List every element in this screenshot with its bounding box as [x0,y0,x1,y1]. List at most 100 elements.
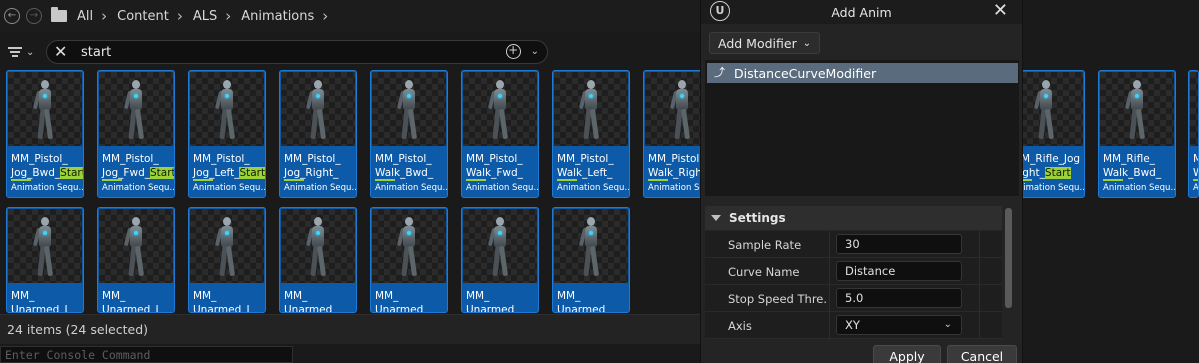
status-bar: 24 items (24 selected) [0,314,700,344]
asset-tile[interactable]: MM_ Unarmed_ [370,207,448,313]
breadcrumb-all[interactable]: All [77,9,93,24]
character-pose-figure [578,80,602,140]
asset-name: MM_Pistol_ Jog_Bwd_Start [11,152,83,180]
search-match-highlight: Start [149,167,175,179]
setting-row-stop-speed: Stop Speed Thre... 5.0 [705,285,1002,312]
search-row: ⌄ ✕ start + ⌄ [0,38,700,66]
settings-section-header[interactable]: Settings [705,206,1002,230]
asset-name: MM_Rifle_ Walk_Bwd_ [1103,152,1175,180]
breadcrumb-separator-icon[interactable]: › [177,7,183,25]
asset-tile[interactable]: MM_Pistol_ Jog_Bwd_Start Animation Sequ..… [6,70,84,198]
modifier-list-item[interactable]: ⤴ DistanceCurveModifier [707,63,1018,83]
asset-tile[interactable]: MM_Pistol_ Walk_Fwd_ Animation Sequ... [461,70,539,198]
asset-tile[interactable]: MM_Pistol_ Jog_Left_Start Animation Sequ.… [188,70,266,198]
asset-name: MM_ Unarmed_ [557,290,611,313]
breadcrumb-content[interactable]: Content [117,9,169,24]
back-arrow-icon[interactable]: ← [4,8,20,24]
asset-thumbnail [8,72,82,146]
asset-thumbnail [99,72,173,146]
character-pose-figure [32,80,56,140]
asset-type: A [1193,183,1199,193]
asset-tile[interactable]: MM_Pistol_ Jog_Fwd_Start Animation Sequ..… [97,70,175,198]
filter-dropdown[interactable]: ⌄ [8,47,44,58]
character-pose-figure [305,217,329,277]
forward-arrow-icon[interactable]: → [26,8,42,24]
breadcrumb-separator-icon[interactable]: › [101,7,107,25]
character-pose-figure [305,80,329,140]
chevron-down-icon: ⌄ [802,37,812,49]
asset-name: MM_Pistol_ Jog_Left_Start [193,152,265,180]
search-input[interactable]: ✕ start + ⌄ [46,40,548,64]
character-pose-figure [396,80,420,140]
asset-type-bar [1193,179,1198,181]
folder-icon[interactable] [51,7,67,22]
search-options: + ⌄ [505,44,539,59]
asset-thumbnail [8,209,82,283]
asset-tile[interactable]: M W A [1188,70,1199,198]
navigation-bar: ← → All › Content › ALS › Animations › [0,0,700,32]
settings-scrollbar[interactable] [1005,208,1012,308]
add-filter-icon[interactable]: + [505,44,521,59]
asset-tile[interactable]: MM_Pistol_ Jog_Right_ Animation Sequ... [279,70,357,198]
asset-thumbnail [190,72,264,146]
sample-rate-field[interactable]: 30 [836,234,962,254]
asset-tile[interactable]: MM_ Unarmed_I [188,207,266,313]
asset-thumbnail [1100,72,1174,146]
asset-tile[interactable]: MM_ Unarmed_I [97,207,175,313]
character-pose-figure [1124,80,1148,140]
add-modifier-label: Add Modifier [718,35,797,51]
character-pose-figure [487,217,511,277]
asset-name: MM_ Unarmed_ [375,290,429,313]
asset-thumbnail [190,209,264,283]
asset-type-bar [11,179,31,181]
console-input[interactable]: Enter Console Command [0,346,293,363]
breadcrumb-separator-icon[interactable]: › [322,7,328,25]
asset-name-text: MM_Pistol Walk_Righ [648,153,702,179]
asset-type-bar [466,179,486,181]
close-icon[interactable]: ✕ [993,1,1008,21]
asset-tile[interactable]: MM_Rifle_ Walk_Bwd_ Animation Sequ... [1098,70,1176,198]
asset-type-bar [1103,179,1123,181]
setting-row-curve-name: Curve Name Distance [705,258,1002,285]
add-modifier-button[interactable]: Add Modifier ⌄ [709,32,821,54]
setting-label: Axis [728,319,752,333]
asset-name-text: MM_Pistol_ Walk_Fwd_ [466,153,523,179]
search-match-highlight: Start [1044,167,1071,179]
chevron-down-icon[interactable]: ⌄ [531,46,539,57]
asset-type: Animation Sequ... [11,183,83,193]
filter-icon [8,47,22,57]
asset-name: MM_Pistol_ Jog_Fwd_Start [102,152,174,180]
asset-thumbnail [554,72,628,146]
apply-button[interactable]: Apply [873,345,941,363]
breadcrumb-separator-icon[interactable]: › [225,7,231,25]
console-placeholder: Enter Console Command [5,348,151,362]
asset-tile[interactable]: MM_Pistol_ Walk_Bwd_ Animation Sequ... [370,70,448,198]
asset-tile[interactable]: MM_ Unarmed_ [552,207,630,313]
asset-tile[interactable]: MM_ Unarmed_I [6,207,84,313]
asset-thumbnail [372,72,446,146]
asset-type: Animation Sequ... [375,183,447,193]
asset-name-text: MM_Pistol_ Jog_Right_ [284,153,341,179]
asset-thumbnail [463,209,537,283]
asset-name: MM_ Unarmed_ [466,290,520,313]
axis-select[interactable]: XY ⌄ [836,315,962,335]
breadcrumb-animations[interactable]: Animations [241,9,314,24]
character-pose-figure [123,217,147,277]
asset-type-bar [375,179,395,181]
dialog-title-bar[interactable]: U Add Anim ✕ [701,0,1022,24]
curve-modifier-icon: ⤴ [714,66,725,79]
asset-type-bar [557,179,577,181]
character-pose-figure [214,80,238,140]
search-value: start [81,44,112,60]
asset-tile[interactable]: MM_Pistol_ Walk_Left_ Animation Sequ... [552,70,630,198]
clear-search-icon[interactable]: ✕ [54,44,70,60]
asset-type: Animation Sequ... [557,183,629,193]
stop-speed-field[interactable]: 5.0 [836,288,962,308]
curve-name-field[interactable]: Distance [836,261,962,281]
asset-tile[interactable]: MM_ Unarmed_ [461,207,539,313]
cancel-button[interactable]: Cancel [947,345,1017,363]
asset-name: MM_ Unarmed_ [284,290,338,313]
asset-tile[interactable]: MM_ Unarmed_ [279,207,357,313]
breadcrumb-als[interactable]: ALS [193,9,217,24]
character-pose-figure [487,80,511,140]
